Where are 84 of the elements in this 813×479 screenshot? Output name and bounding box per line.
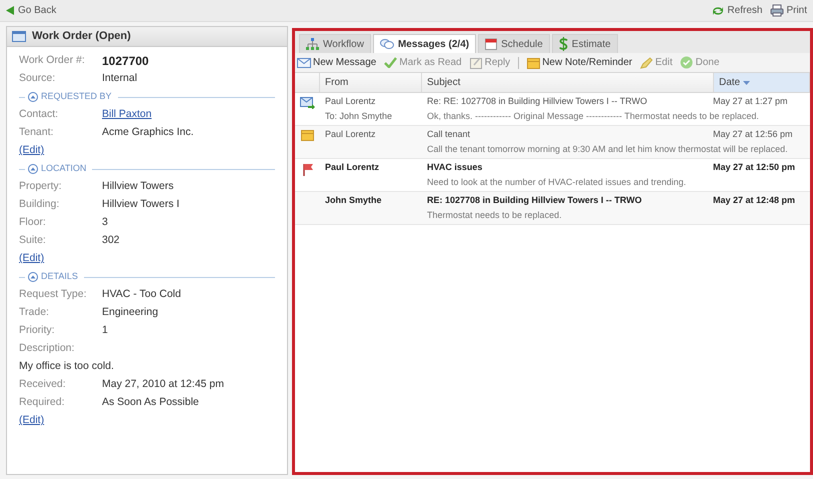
column-header[interactable]: From (320, 73, 422, 92)
message-date: May 27 at 12:48 pm (713, 194, 796, 207)
message-date: May 27 at 1:27 pm (713, 94, 789, 108)
field-value: Acme Graphics Inc. (102, 125, 194, 140)
field-value: 302 (102, 233, 120, 248)
description-text: My office is too cold. (19, 359, 114, 374)
field-label: Source: (19, 71, 56, 86)
message-subject: Call tenant (427, 128, 470, 141)
field-value: HVAC - Too Cold (102, 287, 181, 302)
collapse-icon[interactable] (28, 272, 38, 282)
refresh-icon (711, 4, 726, 16)
back-link[interactable]: Go Back (6, 3, 56, 18)
edit-link[interactable]: (Edit) (19, 413, 44, 429)
field-value: Hillview Towers I (102, 197, 180, 212)
message-date: May 27 at 12:50 pm (713, 160, 796, 174)
field-value: Internal (102, 71, 138, 86)
message-subject: HVAC issues (427, 160, 482, 174)
toolbar-button[interactable]: New Message (297, 55, 376, 70)
section-heading: REQUESTED BY (41, 90, 112, 104)
message-subject: RE: 1027708 in Building Hillview Towers I -- TRWO (427, 194, 642, 207)
tab[interactable]: Estimate (552, 34, 618, 53)
message-preview: Ok, thanks. ------------ Original Message ------------ Thermostat needs to be replaced. (427, 110, 760, 124)
calendar-icon (485, 38, 498, 50)
message-recipient: To: John Smythe (325, 110, 394, 124)
collapse-icon[interactable] (28, 92, 38, 102)
field-label: Required: (19, 395, 66, 410)
tab[interactable]: Workflow (299, 34, 371, 53)
dollar-icon (558, 37, 568, 51)
message-sender: Paul Lorentz (325, 128, 377, 141)
field-label: Description: (19, 341, 74, 356)
field-value: 3 (102, 215, 108, 230)
field-label: Floor: (19, 215, 47, 230)
panel-title: Work Order (Open) (32, 29, 131, 44)
field-value: As Soon As Possible (102, 395, 199, 410)
message-sender: Paul Lorentz (325, 160, 380, 174)
column-header[interactable]: Date (714, 73, 810, 92)
message-row[interactable]: John Smythe RE: 1027708 in Building Hillview Towers I -- TRWO May 27 at 12:48 pm Thermostat needs to be replaced. (295, 192, 810, 225)
collapse-icon[interactable] (28, 164, 38, 174)
sort-caret-icon (743, 80, 750, 84)
chat-bubbles-icon (380, 38, 394, 50)
field-value: Engineering (102, 305, 158, 320)
printer-icon (770, 4, 784, 17)
tab[interactable]: Messages (2/4) (372, 34, 476, 53)
flag-icon (302, 163, 314, 176)
window-icon (12, 31, 26, 42)
field-label: Contact: (19, 107, 60, 122)
message-sender: John Smythe (325, 194, 383, 207)
message-date: May 27 at 12:56 pm (713, 128, 794, 141)
pencil-icon (640, 56, 654, 68)
field-value: May 27, 2010 at 12:45 pm (102, 377, 224, 392)
note-icon (301, 130, 314, 141)
field-label: Received: (19, 377, 67, 392)
checkmark-icon (384, 57, 398, 68)
field-value: Hillview Towers (102, 179, 174, 194)
back-arrow-icon (6, 6, 15, 15)
section-heading: LOCATION (41, 162, 86, 176)
field-value: 1027700 (102, 53, 149, 70)
notepad-icon (470, 56, 483, 68)
tab[interactable]: Schedule (478, 34, 550, 53)
message-preview: Need to look at the number of HVAC-related issues and trending. (427, 176, 687, 190)
field-label: Trade: (19, 305, 50, 320)
field-value: 1 (102, 323, 108, 338)
print-link[interactable]: Print (770, 3, 807, 18)
edit-link[interactable]: (Edit) (19, 143, 44, 159)
message-preview: Call the tenant tomorrow morning at 9:30 AM and let him know thermostat will be replaced. (427, 143, 789, 156)
field-label: Request Type: (19, 287, 88, 302)
field-label: Work Order #: (19, 53, 86, 68)
note-icon (527, 56, 540, 68)
hierarchy-icon (306, 38, 319, 50)
toolbar-button[interactable]: New Note/Reminder (527, 55, 632, 70)
contact-link[interactable]: Bill Paxton (102, 107, 152, 123)
field-label: Building: (19, 197, 60, 212)
message-subject: Re: RE: 1027708 in Building Hillview Towers I -- TRWO (427, 94, 648, 108)
section-heading: DETAILS (41, 270, 78, 284)
field-label: Tenant: (19, 125, 54, 140)
field-label: Priority: (19, 323, 56, 338)
edit-link[interactable]: (Edit) (19, 251, 44, 267)
message-preview: Thermostat needs to be replaced. (427, 209, 563, 222)
message-sender: Paul Lorentz (325, 94, 377, 108)
message-row[interactable]: Paul Lorentz Call tenant May 27 at 12:56 pm Call the tenant tomorrow morning at 9:30 AM and let him know thermostat will be replaced. (295, 126, 810, 159)
field-label: Property: (19, 179, 63, 194)
field-label: Suite: (19, 233, 47, 248)
refresh-link[interactable]: Refresh (711, 3, 762, 18)
check-circle-icon (680, 56, 694, 69)
